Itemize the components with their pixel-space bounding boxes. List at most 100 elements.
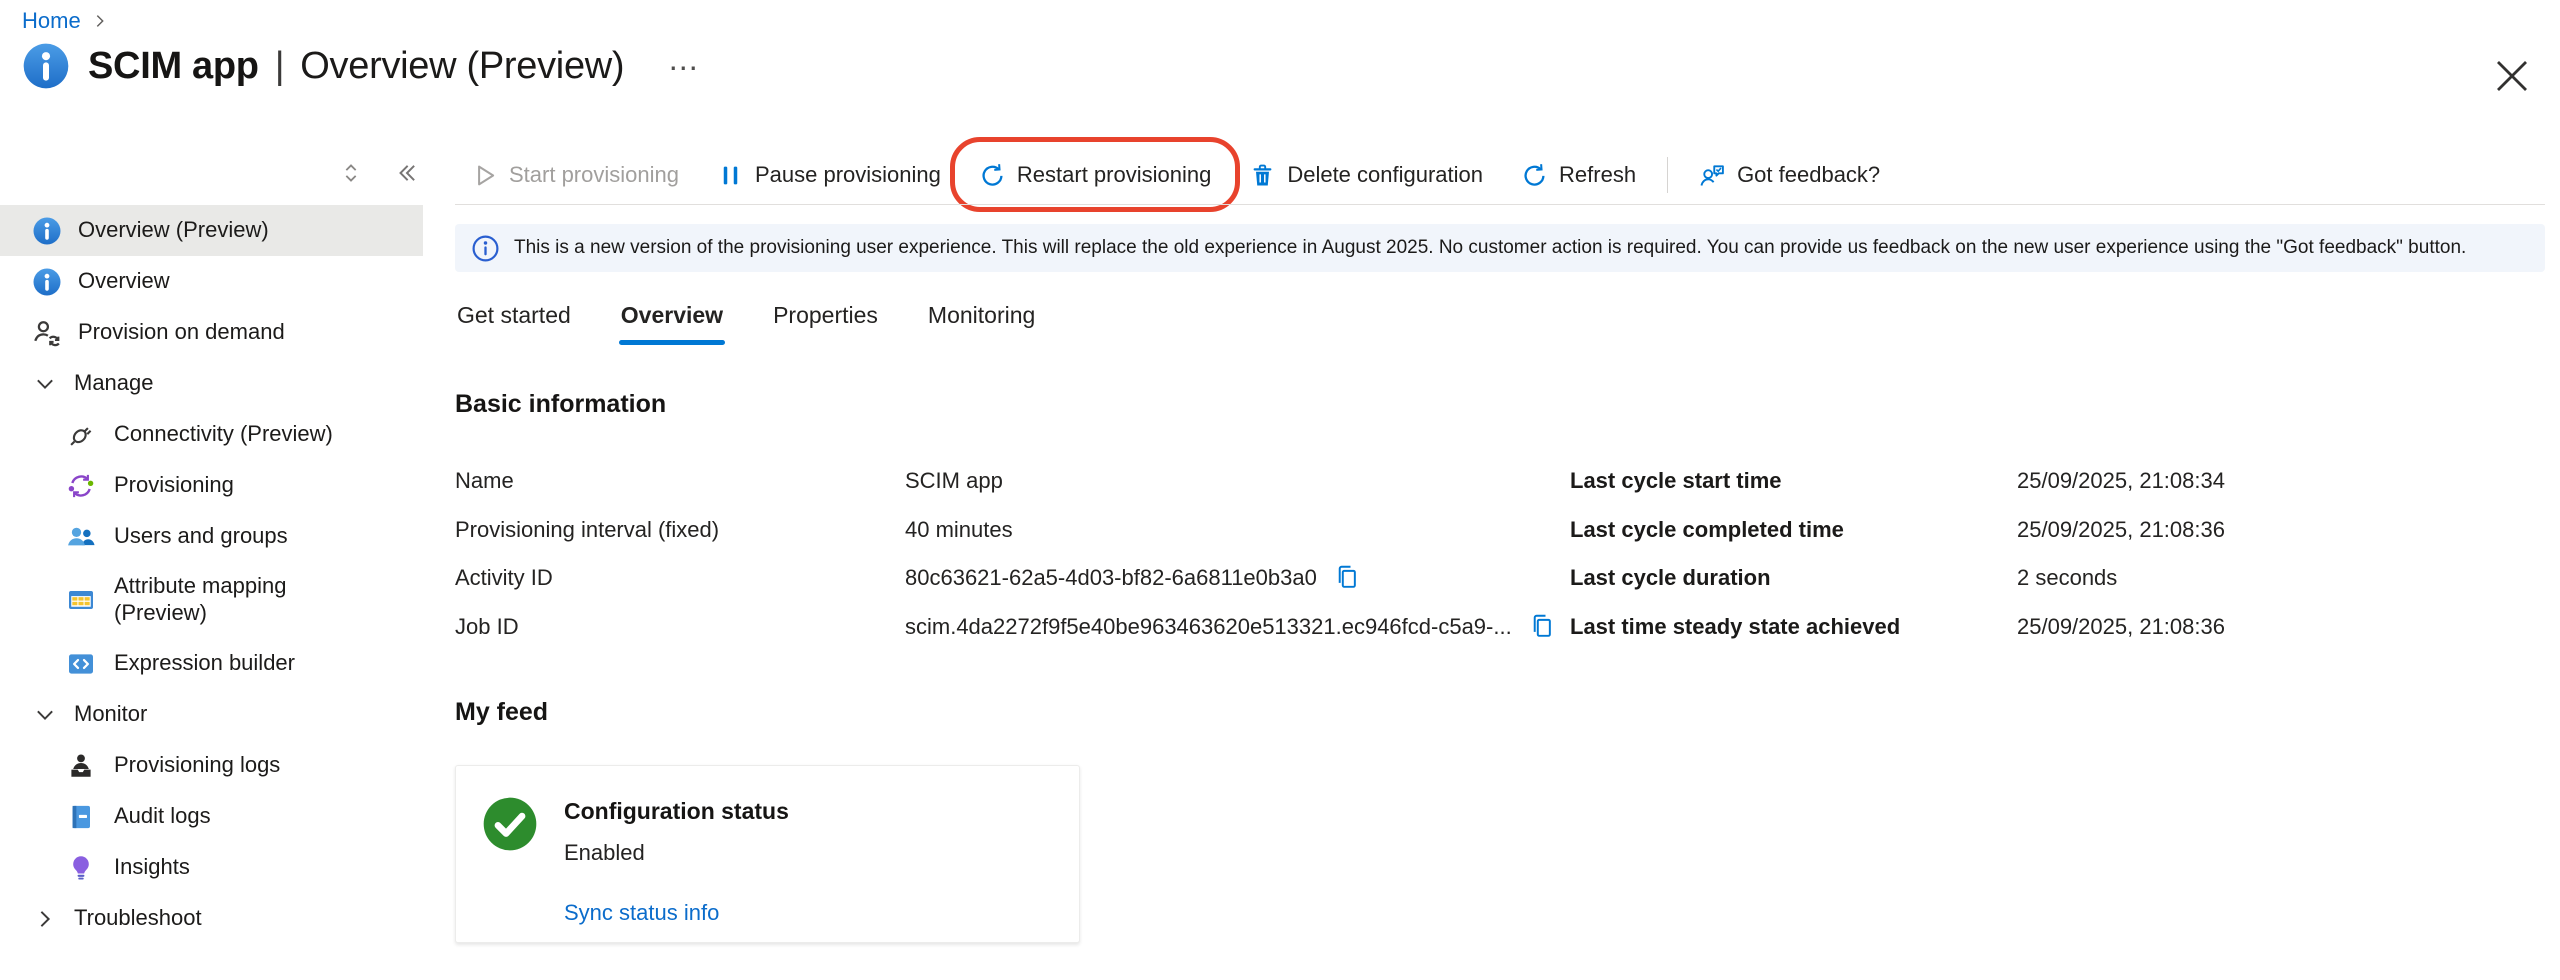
info-icon [32,267,62,297]
delete-configuration-label: Delete configuration [1287,162,1483,188]
sidebar-item-label: Attribute mapping (Preview) [114,573,374,627]
sidebar-group-monitor[interactable]: Monitor [0,689,440,740]
close-icon[interactable] [2492,56,2532,96]
sidebar-item-provisioning[interactable]: Provisioning [0,460,440,511]
field-label: Provisioning interval (fixed) [455,517,905,543]
sync-status-info-link[interactable]: Sync status info [564,900,719,926]
person-sync-icon [32,318,62,348]
sidebar-item-insights[interactable]: Insights [0,842,440,893]
sidebar-item-provision-on-demand[interactable]: Provision on demand [0,307,440,358]
info-icon [32,216,62,246]
sidebar-item-label: Provisioning [114,472,234,499]
field-name: Name SCIM app [455,468,1556,517]
tab-overview[interactable]: Overview [619,296,725,345]
chevron-down-icon [32,371,58,397]
breadcrumb-home-link[interactable]: Home [22,8,81,34]
got-feedback-button[interactable]: Got feedback? [1680,152,1899,198]
refresh-button[interactable]: Refresh [1502,152,1655,198]
restart-provisioning-label: Restart provisioning [1017,162,1211,188]
sidebar-item-label: Users and groups [114,523,288,550]
field-value: 25/09/2025, 21:08:34 [2017,468,2225,494]
sidebar-group-label: Troubleshoot [74,905,202,932]
sidebar-group-troubleshoot[interactable]: Troubleshoot [0,893,440,944]
page-title: SCIM app | Overview (Preview) [88,45,624,88]
sidebar-group-label: Monitor [74,701,147,728]
sidebar-item-provisioning-logs[interactable]: Provisioning logs [0,740,440,791]
info-circle-icon [471,234,500,263]
sidebar-item-attribute-mapping[interactable]: Attribute mapping (Preview) [0,562,440,638]
plug-icon [66,420,96,450]
refresh-label: Refresh [1559,162,1636,188]
restart-provisioning-button[interactable]: Restart provisioning [960,152,1230,198]
sidebar-item-label: Provisioning logs [114,752,280,779]
app-name: SCIM app [88,45,259,88]
start-provisioning-button[interactable]: Start provisioning [452,152,698,198]
copy-icon[interactable] [1333,563,1361,591]
collapse-sidebar-icon[interactable] [386,152,428,194]
banner-text: This is a new version of the provisionin… [514,237,2466,259]
page-title-text: Overview (Preview) [300,45,624,88]
sidebar-item-overview-preview[interactable]: Overview (Preview) [0,205,423,256]
success-check-icon [482,796,538,852]
field-value: SCIM app [905,468,1003,494]
field-provisioning-interval: Provisioning interval (fixed) 40 minutes [455,517,1556,566]
info-banner: This is a new version of the provisionin… [455,224,2545,272]
sidebar-item-overview[interactable]: Overview [0,256,440,307]
field-value: 25/09/2025, 21:08:36 [2017,614,2225,640]
start-provisioning-label: Start provisioning [509,162,679,188]
job-id-value: scim.4da2272f9f5e40be963463620e513321.ec… [905,614,1512,640]
sidebar-controls [330,152,428,194]
toolbar-divider [455,204,2545,205]
field-label: Activity ID [455,565,905,591]
pause-provisioning-button[interactable]: Pause provisioning [698,152,960,198]
delete-icon [1249,162,1276,189]
breadcrumb: Home [22,8,109,34]
sidebar-group-manage[interactable]: Manage [0,358,440,409]
chevron-right-icon [32,906,58,932]
configuration-status-card: Configuration status Enabled Sync status… [455,765,1080,943]
sidebar-item-label: Audit logs [114,803,211,830]
sidebar-item-audit-logs[interactable]: Audit logs [0,791,440,842]
sidebar-item-expression-builder[interactable]: Expression builder [0,638,440,689]
restart-provisioning-annotated: Restart provisioning [960,152,1230,198]
more-options-button[interactable]: ⋯ [668,54,698,84]
field-value: scim.4da2272f9f5e40be963463620e513321.ec… [905,614,1556,640]
tab-properties[interactable]: Properties [771,296,880,345]
tab-get-started[interactable]: Get started [455,296,573,345]
field-label: Job ID [455,614,905,640]
tab-monitoring[interactable]: Monitoring [926,296,1037,345]
field-label: Last cycle duration [1570,565,2017,591]
sidebar-item-users-and-groups[interactable]: Users and groups [0,511,440,562]
field-last-cycle-duration: Last cycle duration 2 seconds [1570,565,2225,614]
person-log-icon [66,751,96,781]
delete-configuration-button[interactable]: Delete configuration [1230,152,1502,198]
field-label: Last cycle completed time [1570,517,2017,543]
resize-panel-icon[interactable] [330,152,372,194]
field-label: Name [455,468,905,494]
copy-icon[interactable] [1528,612,1556,640]
code-icon [66,649,96,679]
basic-information-heading: Basic information [455,390,666,419]
table-icon [66,585,96,615]
basic-info-right-column: Last cycle start time 25/09/2025, 21:08:… [1570,468,2225,662]
activity-id-value: 80c63621-62a5-4d03-bf82-6a6811e0b3a0 [905,565,1317,591]
field-activity-id: Activity ID 80c63621-62a5-4d03-bf82-6a68… [455,565,1556,614]
sidebar-item-label: Insights [114,854,190,881]
tab-bar: Get started Overview Properties Monitori… [455,296,1037,345]
title-separator: | [275,45,285,88]
breadcrumb-chevron-icon [91,12,109,30]
pause-icon [717,162,744,189]
sidebar-nav: Overview (Preview) Overview Provision on… [0,205,440,980]
sidebar-item-label: Connectivity (Preview) [114,421,333,448]
field-value: 40 minutes [905,517,1013,543]
pause-provisioning-label: Pause provisioning [755,162,941,188]
book-icon [66,802,96,832]
field-last-cycle-completed: Last cycle completed time 25/09/2025, 21… [1570,517,2225,566]
command-bar: Start provisioning Pause provisioning Re… [452,146,1899,204]
sync-circle-icon [66,471,96,501]
sidebar-item-connectivity[interactable]: Connectivity (Preview) [0,409,440,460]
field-last-steady-state: Last time steady state achieved 25/09/20… [1570,614,2225,663]
sidebar-item-label: Overview [78,268,170,295]
people-icon [66,522,96,552]
field-job-id: Job ID scim.4da2272f9f5e40be963463620e51… [455,614,1556,663]
